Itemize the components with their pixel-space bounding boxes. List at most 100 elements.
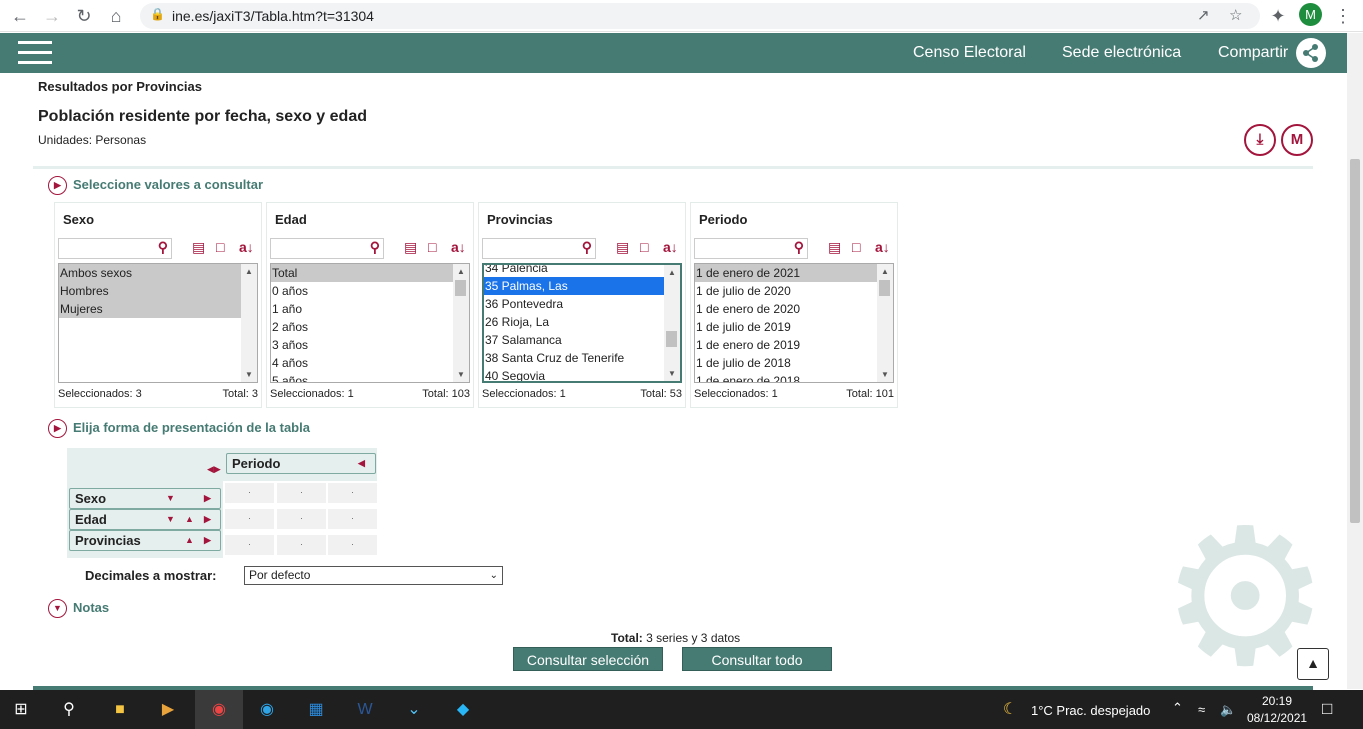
list-item[interactable]: 4 años <box>271 354 469 372</box>
scroll-down-icon[interactable]: ▼ <box>668 369 676 378</box>
list-item[interactable]: 0 años <box>271 282 469 300</box>
select-all-icon[interactable]: ▤ <box>616 239 629 256</box>
page-scrollbar[interactable] <box>1347 33 1363 689</box>
move-right-icon[interactable]: ▶ <box>204 489 211 508</box>
list-item[interactable]: 38 Santa Cruz de Tenerife <box>484 349 680 367</box>
app-icon[interactable]: ⌄ <box>402 698 426 722</box>
collapse-toggle-icon[interactable]: ▶ <box>48 419 67 438</box>
forward-icon[interactable]: → <box>40 4 64 28</box>
deselect-all-icon[interactable]: □ <box>852 239 860 255</box>
notes-heading[interactable]: ▼ Notas <box>48 599 109 618</box>
extensions-icon[interactable]: ✦ <box>1266 4 1290 28</box>
gem-app-icon[interactable]: ◆ <box>451 698 475 722</box>
list-item[interactable]: 1 de enero de 2019 <box>695 336 893 354</box>
list-scrollbar-thumb[interactable] <box>666 331 677 347</box>
row-var-sexo[interactable]: Sexo ▼ ▶ <box>69 488 221 509</box>
list-item[interactable]: Ambos sexos <box>59 264 241 282</box>
panel-search-input[interactable]: ⚲ <box>270 238 384 259</box>
deselect-all-icon[interactable]: □ <box>428 239 436 255</box>
layout-heading[interactable]: ▶ Elija forma de presentación de la tabla <box>48 419 310 438</box>
list-scrollbar[interactable]: ▲ ▼ <box>877 264 893 382</box>
list-item[interactable]: 3 años <box>271 336 469 354</box>
home-icon[interactable]: ⌂ <box>104 4 128 28</box>
notification-icon[interactable]: □ <box>1322 699 1332 719</box>
expand-toggle-icon[interactable]: ▼ <box>48 599 67 618</box>
list-item[interactable]: 37 Salamanca <box>484 331 680 349</box>
list-item[interactable]: 36 Pontevedra <box>484 295 680 313</box>
list-item[interactable]: 1 año <box>271 300 469 318</box>
back-icon[interactable]: ← <box>8 4 32 28</box>
network-icon[interactable]: ≈ <box>1198 702 1205 717</box>
chrome-icon[interactable]: ◉ <box>207 698 231 722</box>
url-text[interactable]: ine.es/jaxiT3/Tabla.htm?t=31304 <box>172 8 374 24</box>
share-page-icon[interactable]: ↗ <box>1197 6 1210 24</box>
list-item[interactable]: 1 de julio de 2019 <box>695 318 893 336</box>
address-bar[interactable]: 🔒 ine.es/jaxiT3/Tabla.htm?t=31304 ↗ ☆ <box>140 3 1260 29</box>
move-right-icon[interactable]: ▶ <box>204 531 211 550</box>
decimals-select[interactable]: Por defecto ⌄ <box>244 566 503 585</box>
scroll-down-icon[interactable]: ▼ <box>881 370 889 379</box>
list-item[interactable]: 35 Palmas, Las <box>484 277 680 295</box>
panel-search-input[interactable]: ⚲ <box>482 238 596 259</box>
mi-icon[interactable]: M <box>1281 124 1313 156</box>
scroll-up-icon[interactable]: ▲ <box>245 267 253 276</box>
move-down-icon[interactable]: ▼ <box>166 510 175 529</box>
sort-az-icon[interactable]: a↓ <box>875 239 890 255</box>
list-item[interactable]: Mujeres <box>59 300 241 318</box>
list-scrollbar-thumb[interactable] <box>879 280 890 296</box>
move-left-icon[interactable]: ◀ <box>358 454 365 473</box>
list-item[interactable]: 1 de julio de 2018 <box>695 354 893 372</box>
file-explorer-icon[interactable]: ■ <box>108 698 132 722</box>
select-all-icon[interactable]: ▤ <box>192 239 205 256</box>
list-item[interactable]: 1 de enero de 2020 <box>695 300 893 318</box>
scroll-to-top-button[interactable]: ▲ <box>1297 648 1329 680</box>
swap-axes-icon[interactable]: ◀▶ <box>207 464 221 475</box>
sort-az-icon[interactable]: a↓ <box>663 239 678 255</box>
calendar-icon[interactable]: ▦ <box>304 698 328 722</box>
row-var-provincias[interactable]: Provincias ▲ ▶ <box>69 530 221 551</box>
tray-chevron-icon[interactable]: ⌃ <box>1172 700 1183 716</box>
deselect-all-icon[interactable]: □ <box>216 239 224 255</box>
browser-menu-icon[interactable]: ⋮ <box>1331 4 1355 28</box>
search-icon[interactable]: ⚲ <box>582 239 592 256</box>
list-item[interactable]: 1 de enero de 2018 <box>695 372 893 382</box>
clock-time[interactable]: 20:19 <box>1262 694 1292 708</box>
list-item[interactable]: 5 años <box>271 372 469 382</box>
scrollbar-thumb[interactable] <box>1350 159 1360 523</box>
scroll-up-icon[interactable]: ▲ <box>457 267 465 276</box>
compartir-link[interactable]: Compartir <box>1218 44 1288 62</box>
volume-icon[interactable]: 🔈 <box>1220 702 1236 718</box>
list-item[interactable]: 1 de enero de 2021 <box>695 264 877 282</box>
scroll-up-icon[interactable]: ▲ <box>881 267 889 276</box>
list-item[interactable]: 34 Palencia <box>484 265 680 277</box>
select-all-icon[interactable]: ▤ <box>828 239 841 256</box>
panel-search-input[interactable]: ⚲ <box>58 238 172 259</box>
list-scrollbar[interactable]: ▲ ▼ <box>664 265 680 381</box>
move-up-icon[interactable]: ▲ <box>185 510 194 529</box>
list-item[interactable]: 40 Segovia <box>484 367 680 381</box>
list-item[interactable]: Total <box>271 264 453 282</box>
media-player-icon[interactable]: ▶ <box>156 698 180 722</box>
consult-all-button[interactable]: Consultar todo <box>682 647 832 671</box>
panel-values-list[interactable]: 1 de enero de 2021 1 de julio de 2020 1 de… <box>694 263 894 383</box>
list-item[interactable]: 1 de julio de 2020 <box>695 282 893 300</box>
scroll-up-icon[interactable]: ▲ <box>668 268 676 277</box>
search-icon[interactable]: ⚲ <box>158 239 168 256</box>
share-icon[interactable] <box>1296 38 1326 68</box>
list-item[interactable]: 26 Rioja, La <box>484 313 680 331</box>
censo-electoral-link[interactable]: Censo Electoral <box>913 44 1026 62</box>
row-var-edad[interactable]: Edad ▼ ▲ ▶ <box>69 509 221 530</box>
list-scrollbar-thumb[interactable] <box>455 280 466 296</box>
scroll-down-icon[interactable]: ▼ <box>245 370 253 379</box>
panel-values-list[interactable]: Ambos sexos Hombres Mujeres ▲ ▼ <box>58 263 258 383</box>
sede-electronica-link[interactable]: Sede electrónica <box>1062 44 1181 62</box>
deselect-all-icon[interactable]: □ <box>640 239 648 255</box>
panel-values-list[interactable]: 34 Palencia 35 Palmas, Las 36 Pontevedra 26… <box>482 263 682 383</box>
reload-icon[interactable]: ↻ <box>72 4 96 28</box>
move-right-icon[interactable]: ▶ <box>204 510 211 529</box>
select-values-heading[interactable]: ▶ Seleccione valores a consultar <box>48 176 263 195</box>
list-item[interactable]: 2 años <box>271 318 469 336</box>
panel-search-input[interactable]: ⚲ <box>694 238 808 259</box>
select-all-icon[interactable]: ▤ <box>404 239 417 256</box>
edge-icon[interactable]: ◉ <box>255 698 279 722</box>
